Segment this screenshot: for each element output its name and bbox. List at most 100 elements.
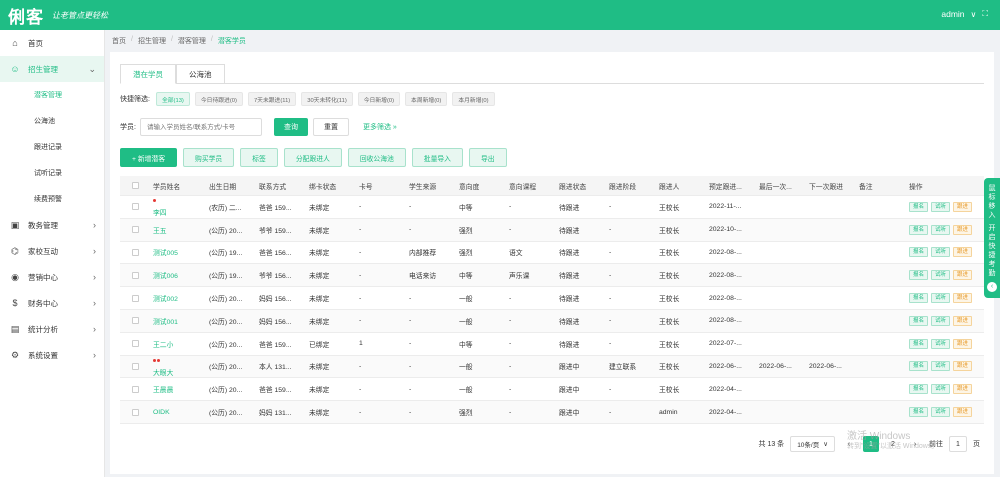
followup-button[interactable]: 跟进	[953, 338, 973, 349]
sidebar-item-home-school[interactable]: ⌬ 家校互动 ›	[0, 238, 104, 264]
recycle-pool-button[interactable]: 回收公海池	[347, 148, 406, 167]
trial-button[interactable]: 试听	[931, 293, 951, 304]
goto-page-input[interactable]: 1	[949, 436, 967, 452]
trial-button[interactable]: 试听	[931, 315, 951, 326]
sidebar-subitem-prospects[interactable]: 潜客管理	[0, 82, 104, 108]
row-checkbox[interactable]	[132, 385, 139, 393]
enroll-button[interactable]: 报名	[909, 293, 929, 304]
trial-button[interactable]: 试听	[931, 338, 951, 349]
filter-chip-month-new[interactable]: 本月新增(0)	[452, 92, 495, 106]
reset-button[interactable]: 重置	[312, 118, 349, 136]
enroll-button[interactable]: 报名	[909, 407, 929, 418]
chevron-down-icon[interactable]: ∨	[971, 10, 977, 19]
trial-button[interactable]: 试听	[931, 384, 951, 395]
filter-chip-all[interactable]: 全部(13)	[155, 92, 190, 106]
cell-owner: 王校长	[659, 318, 680, 326]
username[interactable]: admin	[941, 9, 964, 19]
chevron-left-icon[interactable]: ‹	[987, 282, 997, 292]
enroll-button[interactable]: 报名	[909, 270, 929, 281]
sidebar-subitem-public-pool[interactable]: 公海池	[0, 108, 104, 134]
trial-button[interactable]: 试听	[931, 361, 951, 372]
assign-follower-button[interactable]: 分配跟进人	[283, 148, 342, 167]
sidebar-subitem-trial-records[interactable]: 试听记录	[0, 160, 104, 186]
enroll-button[interactable]: 报名	[909, 247, 929, 258]
row-checkbox[interactable]	[132, 203, 139, 211]
student-name-link[interactable]: 大眼大	[153, 367, 173, 377]
trial-button[interactable]: 试听	[931, 270, 951, 281]
enroll-button[interactable]: 报名	[909, 384, 929, 395]
followup-button[interactable]: 跟进	[953, 201, 973, 212]
trial-button[interactable]: 试听	[931, 247, 951, 258]
sidebar-subitem-renewal-alert[interactable]: 续费预警	[0, 186, 104, 212]
sidebar-item-statistics[interactable]: ▤ 统计分析 ›	[0, 316, 104, 342]
row-checkbox[interactable]	[132, 271, 139, 279]
col-header-contact: 联系方式	[259, 183, 287, 191]
enroll-button[interactable]: 报名	[909, 315, 929, 326]
followup-button[interactable]: 跟进	[953, 224, 973, 235]
cell-card: -	[359, 408, 362, 416]
row-checkbox[interactable]	[132, 408, 139, 416]
followup-button[interactable]: 跟进	[953, 315, 973, 326]
sidebar-subitem-followup-records[interactable]: 跟进记录	[0, 134, 104, 160]
export-button[interactable]: 导出	[468, 148, 507, 167]
student-name-link[interactable]: 测试001	[153, 316, 178, 326]
app-logo[interactable]: 俐客	[8, 3, 44, 28]
row-checkbox[interactable]	[132, 248, 139, 256]
followup-button[interactable]: 跟进	[953, 407, 973, 418]
fullscreen-icon[interactable]: ⛶	[982, 9, 988, 19]
row-checkbox[interactable]	[132, 362, 139, 370]
followup-button[interactable]: 跟进	[953, 270, 973, 281]
sidebar-item-finance[interactable]: $ 财务中心 ›	[0, 290, 104, 316]
tab-potential-students[interactable]: 潜在学员	[120, 64, 176, 84]
student-name-link[interactable]: 测试002	[153, 293, 178, 303]
breadcrumb-prospects[interactable]: 潜客管理	[178, 36, 206, 46]
student-name-link[interactable]: 王晨晨	[153, 384, 173, 394]
student-name-link[interactable]: 测试005	[153, 247, 178, 257]
user-menu[interactable]: admin ∨ ⛶	[941, 9, 988, 19]
query-button[interactable]: 查询	[273, 118, 308, 136]
followup-button[interactable]: 跟进	[953, 384, 973, 395]
filter-chip-today-followup[interactable]: 今日待跟进(0)	[194, 92, 243, 106]
more-filters-link[interactable]: 更多筛选 »	[363, 122, 397, 132]
row-ops: 报名 试听 跟进	[909, 338, 975, 349]
student-search-input[interactable]	[139, 118, 262, 136]
filter-chip-30day[interactable]: 30天未转化(11)	[301, 92, 353, 106]
student-name-link[interactable]: OIDK	[153, 409, 170, 416]
filter-chip-today-new[interactable]: 今日新增(0)	[357, 92, 401, 106]
row-checkbox[interactable]	[132, 340, 139, 348]
followup-button[interactable]: 跟进	[953, 247, 973, 258]
student-name-link[interactable]: 王五	[153, 225, 167, 235]
sidebar-item-academic[interactable]: ▣ 教务管理 ›	[0, 212, 104, 238]
sidebar-item-home[interactable]: ⌂ 首页	[0, 30, 104, 56]
bulk-import-button[interactable]: 批量导入	[411, 148, 463, 167]
followup-button[interactable]: 跟进	[953, 361, 973, 372]
filter-chip-week-new[interactable]: 本周新增(0)	[405, 92, 448, 106]
row-checkbox[interactable]	[132, 226, 139, 234]
filter-chip-7day[interactable]: 7天未跟进(11)	[247, 92, 297, 106]
quick-attendance-tab[interactable]: 鼠标移入 开启快捷考勤 ‹	[984, 178, 1000, 298]
enroll-button[interactable]: 报名	[909, 361, 929, 372]
sidebar-item-marketing[interactable]: ◉ 营销中心 ›	[0, 264, 104, 290]
followup-button[interactable]: 跟进	[953, 293, 973, 304]
breadcrumb-enrollment[interactable]: 招生管理	[138, 36, 166, 46]
trial-button[interactable]: 试听	[931, 407, 951, 418]
tag-button[interactable]: 标签	[240, 148, 278, 167]
sidebar-item-settings[interactable]: ⚙ 系统设置 ›	[0, 342, 104, 368]
select-all-checkbox[interactable]	[132, 182, 139, 189]
page-size-select[interactable]: 10条/页 ∨	[790, 436, 835, 452]
tab-public-pool[interactable]: 公海池	[176, 64, 225, 84]
row-checkbox[interactable]	[132, 294, 139, 302]
trial-button[interactable]: 试听	[931, 224, 951, 235]
breadcrumb-home[interactable]: 首页	[112, 36, 126, 46]
student-name-link[interactable]: 测试006	[153, 270, 178, 280]
student-name-link[interactable]: 王二小	[153, 339, 173, 349]
trial-button[interactable]: 试听	[931, 201, 951, 212]
row-checkbox[interactable]	[132, 317, 139, 325]
enroll-button[interactable]: 报名	[909, 338, 929, 349]
sidebar-item-enrollment[interactable]: ☺ 招生管理 ⌄	[0, 56, 104, 82]
enroll-button[interactable]: 报名	[909, 224, 929, 235]
student-name-link[interactable]: 李四	[153, 207, 167, 217]
enroll-button[interactable]: 报名	[909, 201, 929, 212]
add-prospect-button[interactable]: + 新增潜客	[120, 148, 178, 167]
buy-student-button[interactable]: 购买学员	[183, 148, 235, 167]
